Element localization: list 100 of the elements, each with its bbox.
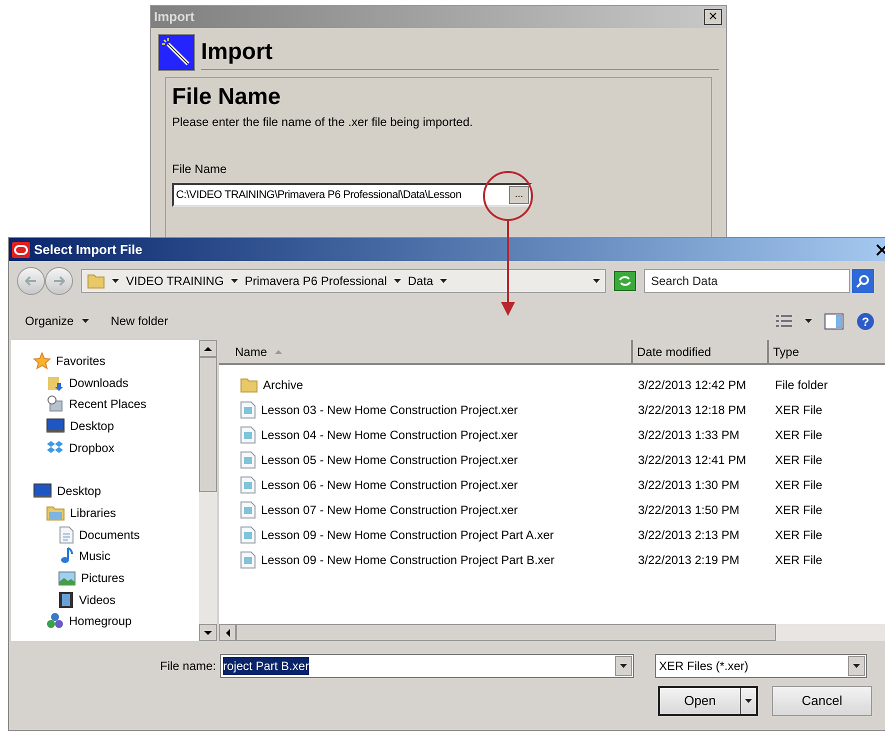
- window-title: Select Import File: [34, 240, 144, 259]
- recent-places-icon: [46, 395, 64, 414]
- type-cell-text: File folder: [774, 376, 829, 394]
- file-name-cell[interactable]: Lesson 05 - New Home Construction Project.xer: [219, 450, 633, 469]
- window-title: Import: [154, 8, 194, 26]
- dialog-heading: Import: [201, 37, 274, 66]
- split-caret-icon: [745, 699, 752, 703]
- scroll-thumb[interactable]: [199, 357, 217, 492]
- file-name-cell[interactable]: Lesson 09 - New Home Construction Project Part A.xer: [219, 526, 633, 544]
- description: Please enter the file name of the .xer file being imported.: [172, 114, 474, 131]
- breadcrumb-caret-icon: [112, 279, 119, 283]
- browse-button[interactable]: ...: [509, 186, 529, 204]
- nav-item[interactable]: Documents: [33, 524, 199, 546]
- right-arrow-icon: [53, 276, 65, 286]
- type-cell-text: XER File: [774, 502, 824, 520]
- file-name-cell[interactable]: Lesson 06 - New Home Construction Project.xer: [219, 476, 633, 494]
- dropdown-button[interactable]: [848, 656, 866, 676]
- nav-item[interactable]: Videos: [33, 588, 199, 611]
- nav-item[interactable]: Homegroup: [33, 610, 199, 632]
- field-label: File Name: [172, 161, 228, 178]
- scroll-up-button[interactable]: [199, 340, 217, 357]
- type-cell-text: XER File: [774, 452, 824, 469]
- help-icon[interactable]: ?: [856, 312, 875, 330]
- preview-pane-icon[interactable]: [824, 312, 844, 330]
- breadcrumb-caret-icon: [230, 279, 238, 283]
- search-icon: [856, 274, 870, 288]
- section-title: File Name: [172, 82, 282, 111]
- file-icon: [240, 400, 256, 419]
- nav-item[interactable]: Desktop: [33, 480, 199, 502]
- folder-icon: [240, 376, 258, 394]
- star-icon: [33, 352, 51, 370]
- callout-circle: [483, 171, 533, 221]
- left-arrow-icon: [25, 276, 37, 286]
- breadcrumb[interactable]: VIDEO TRAINING: [126, 272, 224, 290]
- close-icon[interactable]: [875, 242, 885, 256]
- type-cell-text: XER File: [774, 476, 824, 494]
- new-folder-button[interactable]: New folder: [110, 312, 168, 330]
- file-type-dropdown[interactable]: XER Files (*.xer): [655, 654, 868, 678]
- nav-item[interactable]: Downloads: [33, 372, 199, 394]
- organize-button[interactable]: Organize: [25, 312, 89, 330]
- address-folder-icon: [87, 272, 105, 290]
- type-cell-text: XER File: [774, 552, 824, 570]
- nav-item[interactable]: Desktop: [33, 415, 199, 437]
- field-value: C:\VIDEO TRAINING\Primavera P6 Professional\Data\Lesson: [176, 188, 462, 203]
- breadcrumb-caret-icon: [440, 279, 448, 283]
- nav-item[interactable]: Favorites: [33, 350, 199, 372]
- column-header[interactable]: Name: [219, 340, 633, 363]
- breadcrumb[interactable]: Data: [408, 272, 434, 290]
- scroll-thumb[interactable]: [236, 624, 776, 641]
- file-icon: [240, 551, 256, 570]
- cancel-button[interactable]: Cancel: [772, 686, 872, 716]
- file-name-label: File name:: [160, 658, 216, 675]
- horizontal-scrollbar[interactable]: [219, 624, 885, 641]
- file-icon: [240, 426, 256, 444]
- homegroup-icon: [46, 612, 64, 630]
- file-icon: [240, 450, 256, 469]
- date-cell-text: 3/22/2013 1:50 PM: [637, 502, 740, 520]
- column-header[interactable]: Type: [769, 340, 885, 363]
- nav-item[interactable]: Dropbox: [33, 436, 199, 458]
- breadcrumb[interactable]: Primavera P6 Professional: [244, 272, 387, 290]
- file-name-cell[interactable]: Lesson 04 - New Home Construction Project.xer: [219, 426, 633, 444]
- nav-item[interactable]: Libraries: [33, 502, 199, 524]
- picture-icon: [58, 570, 76, 586]
- date-cell-text: 3/22/2013 12:41 PM: [637, 452, 748, 469]
- close-button[interactable]: ×: [704, 9, 722, 25]
- up-arrow-icon: [204, 346, 212, 350]
- refresh-icon: [618, 275, 632, 287]
- view-list-icon[interactable]: [775, 314, 793, 328]
- scroll-left-button[interactable]: [219, 624, 236, 641]
- address-bar[interactable]: VIDEO TRAINING Primavera P6 Professional Data: [81, 269, 606, 293]
- type-cell-text: XER File: [774, 402, 824, 419]
- search-field[interactable]: Search Data: [644, 269, 850, 293]
- file-name-cell[interactable]: Lesson 09 - New Home Construction Project Part B.xer: [219, 551, 633, 570]
- vertical-scrollbar[interactable]: [199, 340, 217, 641]
- file-name-cell[interactable]: Lesson 03 - New Home Construction Project.xer: [219, 400, 633, 419]
- libraries-icon: [46, 504, 65, 522]
- file-name-cell[interactable]: Archive: [219, 376, 633, 394]
- nav-item[interactable]: Pictures: [33, 567, 199, 589]
- date-cell-text: 3/22/2013 12:18 PM: [637, 402, 748, 419]
- dropdown-button[interactable]: [615, 656, 632, 676]
- dropdown-caret-icon: [593, 279, 600, 283]
- nav-item[interactable]: Recent Places: [33, 393, 199, 416]
- column-header[interactable]: Date modified: [633, 340, 769, 363]
- refresh-button[interactable]: [614, 271, 636, 291]
- file-name-field[interactable]: C:\VIDEO TRAINING\Primavera P6 Professional\Data\Lesson ...: [172, 183, 532, 207]
- file-name-value: roject Part B.xer: [223, 657, 310, 675]
- document-icon: [58, 526, 74, 544]
- film-icon: [58, 590, 74, 609]
- nav-item[interactable]: Music: [33, 546, 199, 568]
- down-arrow-icon: [204, 630, 212, 634]
- view-caret-icon: [805, 319, 812, 323]
- desktop-icon: [33, 483, 52, 500]
- file-icon: [240, 476, 256, 494]
- search-button[interactable]: [852, 269, 874, 293]
- scroll-down-button[interactable]: [199, 624, 217, 641]
- file-icon: [240, 501, 256, 520]
- file-name-cell[interactable]: Lesson 07 - New Home Construction Project.xer: [219, 501, 633, 520]
- open-button[interactable]: Open: [658, 686, 758, 716]
- caret-icon: [853, 664, 860, 668]
- file-name-combobox[interactable]: roject Part B.xer: [220, 654, 634, 678]
